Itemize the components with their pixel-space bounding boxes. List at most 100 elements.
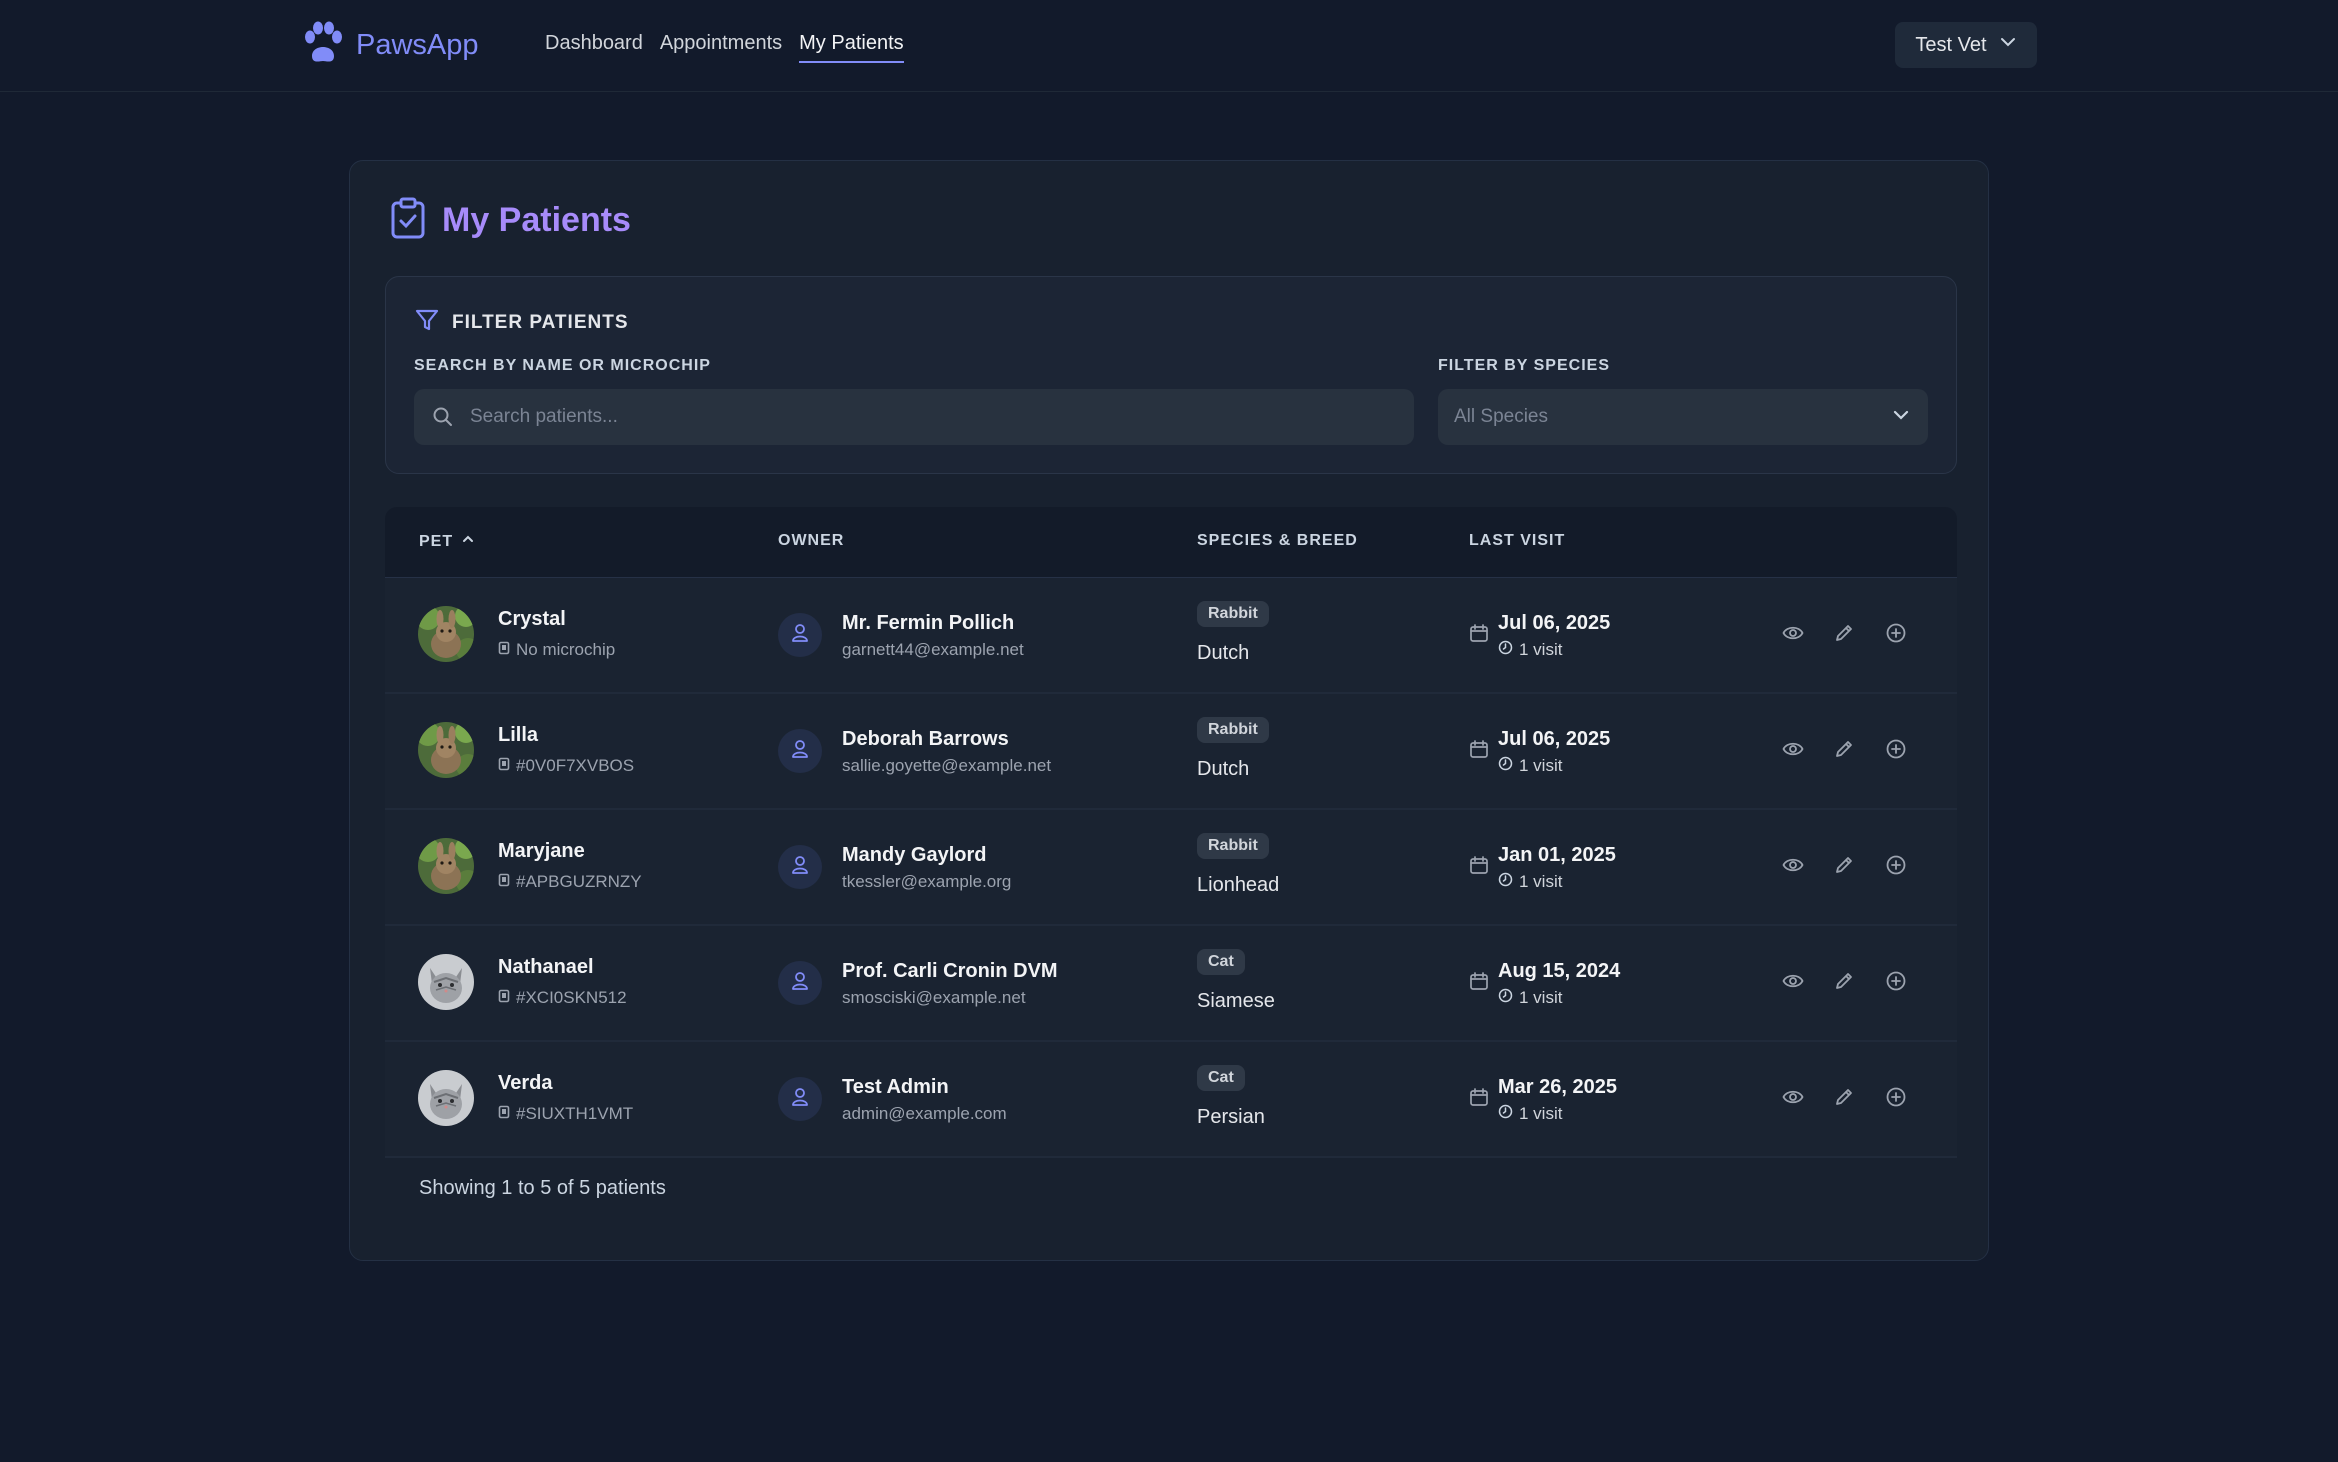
owner-email: admin@example.com	[842, 1104, 1007, 1123]
pet-avatar[interactable]	[418, 606, 474, 662]
eye-icon	[1782, 622, 1804, 649]
patients-card: My Patients FILTER PATIENTS SEARCH BY NA…	[349, 160, 1989, 1261]
owner-name[interactable]: Mandy Gaylord	[842, 844, 986, 867]
pet-name[interactable]: Crystal	[498, 608, 566, 631]
plus-circle-icon	[1885, 738, 1907, 765]
microchip-value: #XCI0SKN512	[516, 988, 627, 1007]
owner-email: smosciski@example.net	[842, 988, 1026, 1007]
last-visit-date: Mar 26, 2025	[1498, 1076, 1617, 1098]
owner-email: garnett44@example.net	[842, 640, 1024, 659]
search-label: SEARCH BY NAME OR MICROCHIP	[414, 357, 711, 374]
brand-logo[interactable]: PawsApp	[300, 20, 479, 71]
pet-avatar[interactable]	[418, 1070, 474, 1126]
microchip-value: #APBGUZRNZY	[516, 872, 642, 891]
pet-avatar[interactable]	[418, 838, 474, 894]
owner-name[interactable]: Deborah Barrows	[842, 728, 1009, 751]
user-icon	[789, 738, 811, 765]
microchip: #0V0F7XVBOS	[498, 756, 634, 776]
add-visit-button[interactable]	[1885, 854, 1907, 881]
owner-avatar	[778, 1077, 822, 1121]
add-visit-button[interactable]	[1885, 970, 1907, 997]
view-button[interactable]	[1782, 854, 1804, 881]
edit-button[interactable]	[1833, 738, 1855, 765]
microchip-icon	[498, 872, 510, 892]
visit-count: 1 visit	[1498, 640, 1562, 660]
chevron-down-icon	[1890, 404, 1912, 431]
pet-name[interactable]: Maryjane	[498, 840, 585, 863]
table-row[interactable]: Crystal No microchip Mr. Fermin Pollich …	[385, 578, 1957, 694]
page-title: My Patients	[442, 201, 631, 239]
species-badge: Cat	[1197, 949, 1245, 975]
add-visit-button[interactable]	[1885, 738, 1907, 765]
breed: Persian	[1197, 1106, 1265, 1128]
chevron-down-icon	[1999, 33, 2017, 57]
cat-photo-icon	[418, 1070, 474, 1126]
view-button[interactable]	[1782, 622, 1804, 649]
microchip-value: #SIUXTH1VMT	[516, 1104, 634, 1123]
pet-name[interactable]: Nathanael	[498, 956, 594, 979]
nav-appointments[interactable]: Appointments	[660, 32, 782, 63]
add-visit-button[interactable]	[1885, 1086, 1907, 1113]
owner-avatar	[778, 729, 822, 773]
header-last-visit: LAST VISIT	[1469, 532, 1566, 549]
rabbit-photo-icon	[418, 838, 474, 894]
pet-name[interactable]: Lilla	[498, 724, 538, 747]
pencil-icon	[1833, 854, 1855, 881]
breed: Lionhead	[1197, 874, 1280, 896]
microchip-icon	[498, 640, 510, 660]
table-row[interactable]: Nathanael #XCI0SKN512 Prof. Carli Cronin…	[385, 926, 1957, 1042]
table-row[interactable]: Lilla #0V0F7XVBOS Deborah Barrows sallie…	[385, 694, 1957, 810]
calendar-icon	[1469, 1087, 1489, 1112]
species-badge: Rabbit	[1197, 717, 1269, 743]
owner-name[interactable]: Prof. Carli Cronin DVM	[842, 960, 1058, 983]
table-row[interactable]: Maryjane #APBGUZRNZY Mandy Gaylord tkess…	[385, 810, 1957, 926]
eye-icon	[1782, 970, 1804, 997]
breed: Dutch	[1197, 758, 1250, 780]
search-input[interactable]	[468, 405, 1372, 429]
edit-button[interactable]	[1833, 970, 1855, 997]
nav-dashboard[interactable]: Dashboard	[545, 32, 643, 63]
paw-icon	[300, 20, 346, 71]
last-visit-date: Jul 06, 2025	[1498, 728, 1611, 750]
header-species: SPECIES & BREED	[1197, 532, 1358, 549]
user-icon	[789, 854, 811, 881]
edit-button[interactable]	[1833, 854, 1855, 881]
user-icon	[789, 970, 811, 997]
owner-name[interactable]: Mr. Fermin Pollich	[842, 612, 1014, 635]
pet-avatar[interactable]	[418, 954, 474, 1010]
edit-button[interactable]	[1833, 622, 1855, 649]
user-icon	[789, 1086, 811, 1113]
header-pet-label: PET	[419, 532, 454, 550]
add-visit-button[interactable]	[1885, 622, 1907, 649]
pet-avatar[interactable]	[418, 722, 474, 778]
search-field[interactable]	[414, 389, 1414, 445]
brand-name: PawsApp	[356, 29, 479, 61]
species-badge: Cat	[1197, 1065, 1245, 1091]
clock-icon	[1498, 872, 1513, 892]
calendar-icon	[1469, 971, 1489, 996]
header-pet[interactable]: PET	[419, 532, 475, 551]
table-row[interactable]: Verda #SIUXTH1VMT Test Admin admin@examp…	[385, 1042, 1957, 1158]
view-button[interactable]	[1782, 1086, 1804, 1113]
top-navbar: PawsApp Dashboard Appointments My Patien…	[0, 0, 2338, 92]
user-menu-button[interactable]: Test Vet	[1895, 22, 2037, 68]
calendar-icon	[1469, 739, 1489, 764]
owner-avatar	[778, 613, 822, 657]
view-button[interactable]	[1782, 970, 1804, 997]
user-name: Test Vet	[1915, 33, 1987, 56]
species-badge: Rabbit	[1197, 833, 1269, 859]
edit-button[interactable]	[1833, 1086, 1855, 1113]
view-button[interactable]	[1782, 738, 1804, 765]
microchip-icon	[498, 988, 510, 1008]
owner-name[interactable]: Test Admin	[842, 1076, 949, 1099]
nav-my-patients[interactable]: My Patients	[799, 32, 904, 63]
clipboard-check-icon	[390, 197, 426, 244]
pagination-summary: Showing 1 to 5 of 5 patients	[419, 1177, 666, 1199]
pet-name[interactable]: Verda	[498, 1072, 552, 1095]
plus-circle-icon	[1885, 1086, 1907, 1113]
header-owner: OWNER	[778, 532, 845, 549]
microchip: No microchip	[498, 640, 615, 660]
species-select[interactable]: All Species	[1438, 389, 1928, 445]
owner-email: tkessler@example.org	[842, 872, 1012, 891]
visit-count-label: 1 visit	[1519, 1104, 1563, 1123]
